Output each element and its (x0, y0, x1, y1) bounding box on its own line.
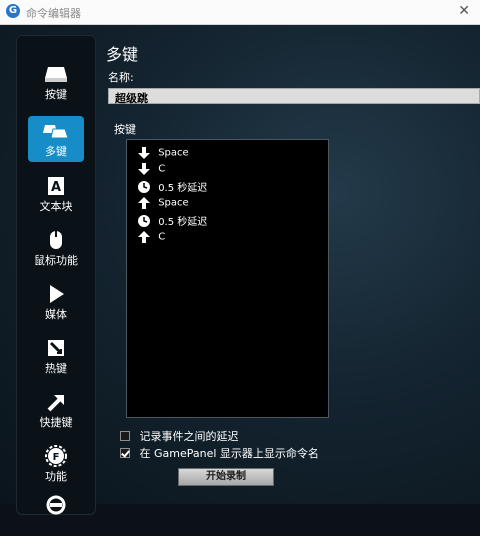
arrow-up-icon (137, 230, 151, 244)
close-icon[interactable]: ✕ (458, 3, 470, 19)
key-event-label: C (158, 163, 166, 175)
hotkey-icon (28, 337, 84, 363)
logitech-logo-icon: G (6, 4, 20, 18)
sidebar-item-more[interactable] (28, 490, 84, 536)
key-event-label: Space (158, 147, 189, 159)
sidebar-item-keystroke[interactable]: 按键 (28, 59, 84, 105)
play-icon (28, 283, 84, 309)
key-event-label: 0.5 秒延迟 (158, 217, 208, 228)
key-event-row[interactable]: 0.5 秒延迟 (137, 213, 207, 229)
sidebar-item-label: 按键 (45, 88, 67, 101)
key-event-row[interactable]: C (137, 230, 165, 246)
key-event-label: C (158, 231, 166, 243)
sidebar-item-multikey[interactable]: 多键 (28, 116, 84, 162)
key-event-row[interactable]: Space (137, 196, 189, 212)
sidebar-item-shortcut[interactable]: 快捷键 (28, 387, 84, 433)
record-delays-label: 记录事件之间的延迟 (139, 430, 239, 443)
record-delays-option[interactable]: 记录事件之间的延迟 (120, 428, 239, 444)
title-bar: G 命令编辑器 ✕ (0, 0, 480, 25)
svg-text:F: F (53, 452, 60, 463)
key-event-row[interactable]: Space (137, 146, 189, 162)
sidebar-item-label: 文本块 (39, 200, 73, 213)
key-event-list[interactable]: Space C 0.5 秒延迟 Space 0.5 秒延迟 C (126, 139, 329, 418)
mouse-icon (28, 229, 84, 255)
svg-text:A: A (51, 180, 61, 195)
show-on-gamepanel-label: 在 GamePanel 显示器上显示命令名 (139, 447, 319, 460)
name-label: 名称: (108, 71, 134, 84)
sidebar-item-label: 热键 (45, 362, 67, 375)
shortcut-arrow-icon (28, 391, 84, 417)
keys-label: 按键 (114, 123, 136, 136)
sidebar-item-label: 快捷键 (39, 416, 73, 429)
record-delays-checkbox[interactable] (120, 431, 130, 441)
clock-icon (137, 214, 151, 228)
clock-icon (137, 180, 151, 194)
key-event-row[interactable]: C (137, 162, 165, 178)
page-title: 多键 (106, 45, 139, 64)
sidebar-item-label: 多键 (45, 145, 67, 158)
sidebar-item-hotkey[interactable]: 热键 (28, 333, 84, 379)
show-on-gamepanel-checkbox[interactable] (120, 448, 130, 458)
show-on-gamepanel-option[interactable]: 在 GamePanel 显示器上显示命令名 (120, 445, 319, 461)
sidebar-item-label: 媒体 (45, 308, 67, 321)
command-type-sidebar: 按键 多键 A 文本块 鼠标功能 媒体 热键 快捷键 F 功能 (16, 35, 96, 515)
text-block-icon: A (28, 175, 84, 201)
name-field[interactable]: 超级跳 (108, 88, 480, 105)
sidebar-item-label: 鼠标功能 (34, 254, 78, 267)
main-panel: 按键 多键 A 文本块 鼠标功能 媒体 热键 快捷键 F 功能 多键 名称: 超… (0, 25, 480, 515)
sidebar-item-text-block[interactable]: A 文本块 (28, 171, 84, 217)
key-event-label: Space (158, 197, 189, 209)
arrow-up-icon (137, 196, 151, 210)
arrow-down-icon (137, 146, 151, 160)
keycap-icon (28, 63, 84, 89)
sidebar-item-label: 功能 (45, 470, 67, 483)
key-event-label: 0.5 秒延迟 (158, 183, 208, 194)
arrow-down-icon (137, 162, 151, 176)
window-title: 命令编辑器 (26, 7, 81, 20)
key-event-row[interactable]: 0.5 秒延迟 (137, 179, 207, 195)
start-recording-button[interactable]: 开始录制 (178, 468, 274, 486)
sidebar-item-function[interactable]: F 功能 (28, 441, 84, 487)
function-gear-icon: F (28, 445, 84, 471)
sidebar-item-mouse[interactable]: 鼠标功能 (28, 225, 84, 271)
multi-key-icon (28, 120, 84, 146)
sidebar-item-media[interactable]: 媒体 (28, 279, 84, 325)
multikey-editor: 多键 名称: 超级跳 按键 Space C 0.5 秒延迟 Space 0.5 … (104, 37, 480, 497)
more-icon (28, 494, 84, 520)
